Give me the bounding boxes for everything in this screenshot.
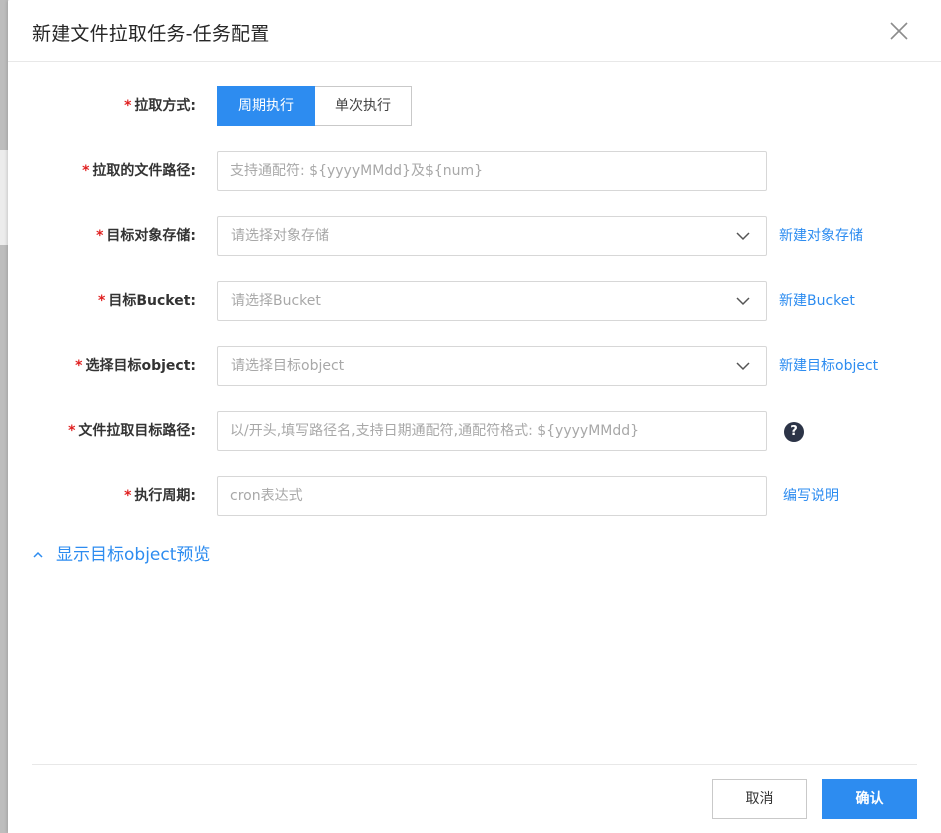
question-mark-icon[interactable]: ? <box>784 422 804 442</box>
footer-divider <box>32 764 917 765</box>
task-config-dialog: 新建文件拉取任务-任务配置 * 拉取方式: 周期执行 单次执行 * 拉取的文件路径:… <box>8 0 941 833</box>
cron-help-link[interactable]: 编写说明 <box>783 476 839 516</box>
chevron-down-icon <box>736 297 750 306</box>
required-mark: * <box>82 163 90 179</box>
pull-mode-label: * 拉取方式: <box>124 98 196 114</box>
once-option[interactable]: 单次执行 <box>315 86 412 126</box>
target-storage-row: * 目标对象存储: 请选择对象存储 新建对象存储 <box>8 216 941 256</box>
object-preview-label: 显示目标object预览 <box>56 545 211 565</box>
new-storage-link[interactable]: 新建对象存储 <box>779 216 863 256</box>
target-object-select[interactable]: 请选择目标object <box>217 346 767 386</box>
target-path-label: * 文件拉取目标路径: <box>68 423 196 439</box>
required-mark: * <box>68 423 76 439</box>
dialog-title: 新建文件拉取任务-任务配置 <box>32 23 270 45</box>
chevron-down-icon <box>736 362 750 371</box>
target-path-field <box>217 411 767 451</box>
target-path-row: *文件拉取目标路径: ? <box>8 411 941 451</box>
required-mark: * <box>124 488 132 504</box>
schedule-label: * 执行周期: <box>124 488 196 504</box>
file-path-label: * 拉取的文件路径: <box>82 163 196 179</box>
target-object-placeholder: 请选择目标object <box>231 358 345 374</box>
required-mark: * <box>124 98 132 114</box>
confirm-button[interactable]: 确认 <box>822 779 917 819</box>
schedule-row: *执行周期: 编写说明 <box>8 476 941 516</box>
target-bucket-select[interactable]: 请选择Bucket <box>217 281 767 321</box>
target-object-label: * 选择目标object: <box>75 358 196 374</box>
cron-input[interactable] <box>218 477 766 515</box>
target-object-row: * 选择目标object: 请选择目标object 新建目标object <box>8 346 941 386</box>
file-path-field <box>217 151 767 191</box>
cancel-button[interactable]: 取消 <box>712 779 807 819</box>
pull-mode-row: * 拉取方式: 周期执行 单次执行 <box>8 86 941 126</box>
pull-mode-segmented: 周期执行 单次执行 <box>217 86 412 126</box>
target-bucket-placeholder: 请选择Bucket <box>231 293 321 309</box>
target-path-input[interactable] <box>218 412 766 450</box>
background-fragment <box>0 150 8 245</box>
target-storage-label: * 目标对象存储: <box>96 228 196 244</box>
file-path-input[interactable] <box>218 152 766 190</box>
close-button[interactable] <box>888 20 910 42</box>
target-storage-placeholder: 请选择对象存储 <box>231 228 329 244</box>
target-bucket-row: * 目标Bucket: 请选择Bucket 新建Bucket <box>8 281 941 321</box>
close-icon <box>890 22 908 40</box>
target-storage-select[interactable]: 请选择对象存储 <box>217 216 767 256</box>
periodic-option[interactable]: 周期执行 <box>217 86 315 126</box>
new-object-link[interactable]: 新建目标object <box>779 346 878 386</box>
dialog-header: 新建文件拉取任务-任务配置 <box>8 0 941 62</box>
required-mark: * <box>98 293 106 309</box>
file-path-row: * 拉取的文件路径: <box>8 151 941 191</box>
required-mark: * <box>75 358 83 374</box>
required-mark: * <box>96 228 104 244</box>
target-bucket-label: * 目标Bucket: <box>98 293 196 309</box>
object-preview-toggle[interactable]: 显示目标object预览 <box>32 543 210 567</box>
new-bucket-link[interactable]: 新建Bucket <box>779 281 855 321</box>
schedule-field <box>217 476 767 516</box>
chevron-down-icon <box>736 232 750 241</box>
chevron-up-icon <box>33 551 43 558</box>
background-strip <box>0 0 8 833</box>
